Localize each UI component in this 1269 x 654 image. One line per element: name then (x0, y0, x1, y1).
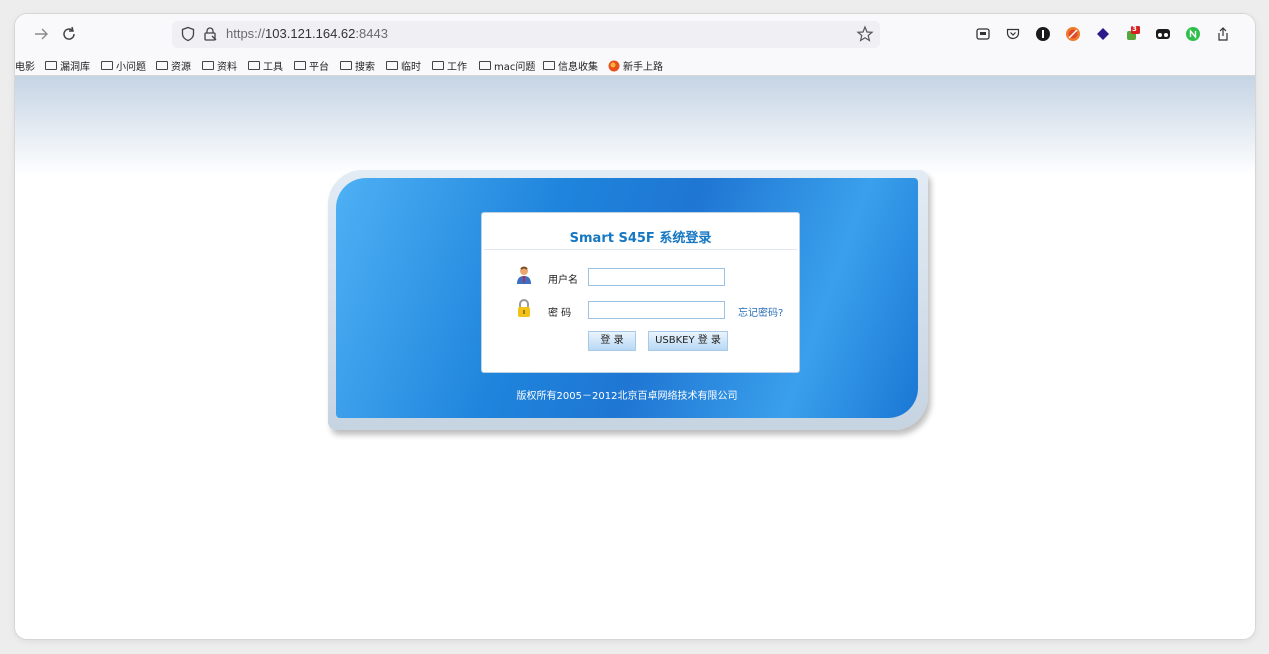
user-icon (516, 266, 532, 284)
login-button[interactable]: 登 录 (588, 331, 636, 351)
bookmark-item[interactable]: 小问题 (101, 58, 146, 73)
bookmark-label: 平台 (309, 62, 329, 73)
bookmark-label: 新手上路 (623, 62, 663, 73)
login-title: Smart S45F 系统登录 (569, 231, 712, 246)
password-input[interactable] (588, 301, 725, 319)
back-arrow-icon[interactable] (31, 24, 51, 44)
folder-icon (45, 61, 57, 70)
url-text[interactable]: https://103.121.164.62:8443 (226, 26, 388, 41)
blocker-icon[interactable] (1065, 26, 1081, 42)
bookmark-label: 信息收集 (558, 62, 598, 73)
bookmark-label: 资源 (171, 62, 191, 73)
login-panel-frame: Smart S45F 系统登录 用户名 密 码 忘记密码? 登 录 USBKEY… (328, 170, 928, 430)
shield-icon[interactable] (180, 26, 196, 42)
bookmark-label: 工作 (447, 62, 467, 73)
folder-icon (543, 61, 555, 70)
folder-icon (340, 61, 352, 70)
folder-icon (479, 61, 491, 70)
password-label: 密 码 (548, 308, 572, 319)
diamond-icon[interactable] (1095, 26, 1111, 42)
bookmark-label: 电影 (15, 62, 35, 73)
divider (484, 249, 797, 250)
bookmark-label: 工具 (263, 62, 283, 73)
bookmark-item[interactable]: 资源 (156, 58, 191, 73)
notifier-badge: 3 (1132, 25, 1137, 33)
browser-toolbar: https://103.121.164.62:8443 3 (15, 14, 1255, 54)
firefox-icon (608, 60, 620, 71)
url-protocol: https:// (226, 26, 266, 41)
reader-icon[interactable] (975, 26, 991, 42)
onepassword-icon[interactable] (1035, 26, 1051, 42)
browser-window: https://103.121.164.62:8443 3 电影 漏洞库 小问题… (15, 14, 1255, 639)
folder-icon (294, 61, 306, 70)
bookmark-item[interactable]: 电影 (15, 58, 35, 73)
reload-icon[interactable] (59, 24, 79, 44)
green-n-icon[interactable] (1185, 26, 1201, 42)
folder-icon (156, 61, 168, 70)
folder-icon (248, 61, 260, 70)
page-content: Smart S45F 系统登录 用户名 密 码 忘记密码? 登 录 USBKEY… (15, 76, 1255, 639)
bookmark-label: 小问题 (116, 62, 146, 73)
pocket-icon[interactable] (1005, 26, 1021, 42)
notifier-icon[interactable]: 3 (1125, 25, 1141, 42)
folder-icon (101, 61, 113, 70)
header-banner (15, 76, 1255, 176)
username-input[interactable] (588, 268, 725, 286)
bookmark-label: mac问题 (494, 62, 536, 73)
bookmark-label: 资料 (217, 62, 237, 73)
bookmark-item[interactable]: 工具 (248, 58, 283, 73)
bookmark-item[interactable]: 搜索 (340, 58, 375, 73)
copyright-text: 版权所有2005－2012北京百卓网络技术有限公司 (516, 391, 738, 402)
forgot-password-link[interactable]: 忘记密码? (738, 304, 783, 319)
bookmark-item[interactable]: 信息收集 (543, 58, 598, 73)
bookmark-star-icon[interactable] (856, 25, 874, 43)
login-panel: Smart S45F 系统登录 用户名 密 码 忘记密码? 登 录 USBKEY… (336, 178, 918, 418)
login-form: Smart S45F 系统登录 用户名 密 码 忘记密码? 登 录 USBKEY… (481, 212, 800, 373)
glasses-icon[interactable] (1155, 26, 1171, 42)
bookmark-item[interactable]: 漏洞库 (45, 58, 90, 73)
share-icon[interactable] (1215, 26, 1231, 42)
folder-icon (386, 61, 398, 70)
username-label: 用户名 (548, 275, 578, 286)
url-port: :8443 (355, 26, 388, 41)
url-bar[interactable]: https://103.121.164.62:8443 (172, 21, 880, 48)
bookmark-item[interactable]: 工作 (432, 58, 467, 73)
folder-icon (432, 61, 444, 70)
bookmarks-bar: 电影 漏洞库 小问题 资源 资料 工具 平台 搜索 临时 工作 mac问题 信息… (15, 54, 1255, 76)
bookmark-item[interactable]: 临时 (386, 58, 421, 73)
usbkey-login-button[interactable]: USBKEY 登 录 (648, 331, 728, 351)
bookmark-label: 临时 (401, 62, 421, 73)
padlock-icon (516, 299, 532, 317)
bookmark-item[interactable]: 平台 (294, 58, 329, 73)
bookmark-item[interactable]: 资料 (202, 58, 237, 73)
url-host: 103.121.164.62 (265, 26, 356, 41)
bookmark-item[interactable]: 新手上路 (608, 58, 663, 73)
folder-icon (202, 61, 214, 70)
bookmark-item[interactable]: mac问题 (479, 58, 535, 73)
bookmark-label: 搜索 (355, 62, 375, 73)
bookmark-label: 漏洞库 (60, 62, 90, 73)
lock-icon[interactable] (202, 26, 218, 42)
